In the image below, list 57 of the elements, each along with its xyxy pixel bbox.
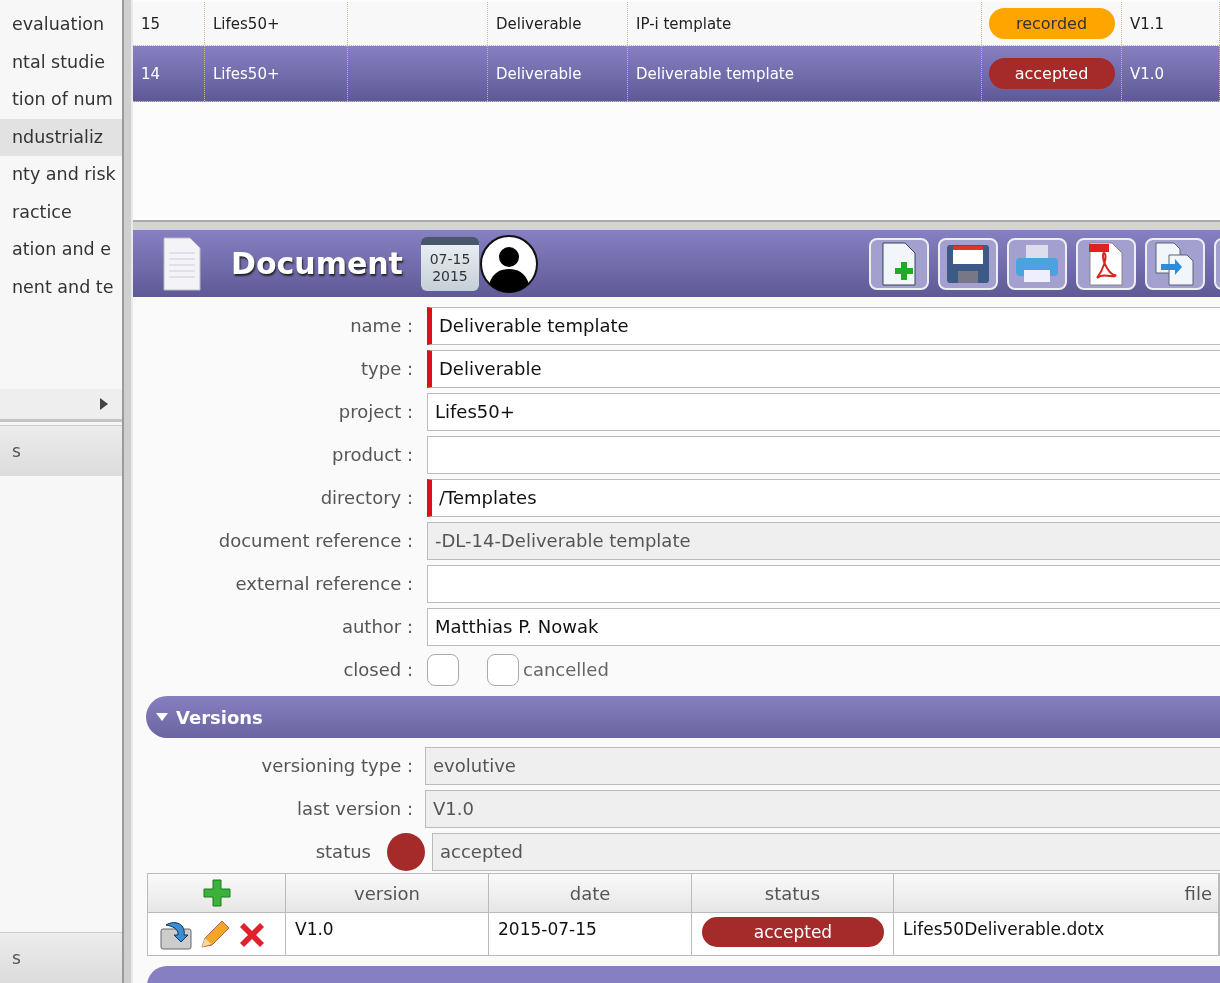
column-header[interactable]: status [692,874,894,913]
sidebar-item[interactable]: ntal studie [0,43,122,81]
table-cell: V1.1 [1122,2,1220,45]
field-label: directory : [319,487,414,508]
field-label: external reference : [234,573,414,594]
field-label: product : [330,444,414,465]
table-cell: Lifes50Deliverable.dotx [894,913,1219,955]
text-field[interactable]: Deliverable [427,349,1220,388]
table-cell: 2015-07-15 [489,913,692,955]
sidebar-panel-header[interactable]: s [0,425,122,476]
text-field[interactable]: Matthias P. Nowak [427,607,1220,646]
text-field[interactable]: evolutive [425,746,1220,785]
text-field[interactable]: accepted [432,832,1220,871]
column-header[interactable]: version [286,874,489,913]
table-cell: V1.0 [1122,46,1220,101]
table-cell: Deliverable [488,2,628,45]
field-label: name : [349,315,414,336]
sidebar-item[interactable]: evaluation [0,6,122,44]
table-cell: 15 [133,2,205,45]
text-field[interactable]: V1.0 [425,789,1220,828]
text-field[interactable]: Deliverable template [427,306,1220,345]
sidebar-item[interactable]: nty and risk [0,156,122,194]
field-label: status [314,841,372,862]
text-field[interactable]: /Templates [427,478,1220,517]
table-cell: 14 [133,46,205,101]
sidebar-panel-header[interactable]: s [0,932,122,983]
field-label: author : [340,616,414,637]
table-cell: Deliverable template [628,46,982,101]
document-title: Document [231,246,403,281]
status-badge: accepted [988,58,1115,89]
calendar-icon: 07-15 2015 [420,236,479,291]
table-cell: V1.0 [286,913,489,955]
grid-row[interactable]: 14 Lifes50+ Deliverable Deliverable template accepted V1.0 [133,46,1220,102]
field-label: document reference : [217,530,414,551]
sidebar-item[interactable]: ractice [0,193,122,231]
sidebar-item[interactable]: tion of num [0,81,122,119]
field-label: project : [337,401,414,422]
grid-row[interactable]: 15 Lifes50+ Deliverable IP-i template recorded V1.1 [133,2,1220,46]
sidebar-item[interactable]: ation and e [0,231,122,269]
section-title: Versions [176,706,263,728]
field-label: type : [360,358,414,379]
status-badge: accepted [702,917,884,947]
field-label: closed : [342,659,414,680]
column-header[interactable]: file [894,874,1219,913]
table-cell: Deliverable [488,46,628,101]
sidebar-item[interactable]: ndustrializ [0,118,122,156]
versions-section-header[interactable]: Versions [146,696,1220,738]
status-badge: recorded [988,8,1115,39]
text-field[interactable]: Lifes50+ [427,392,1220,431]
table-cell: Lifes50+ [205,46,348,101]
column-header[interactable]: date [489,874,692,913]
sidebar-item[interactable]: nent and te [0,268,122,306]
checkbox-label: cancelled [523,659,609,680]
table-cell: Lifes50+ [205,2,348,45]
field-label: last version : [296,798,414,819]
field-label: versioning type : [260,755,414,776]
table-cell: IP-i template [628,2,982,45]
